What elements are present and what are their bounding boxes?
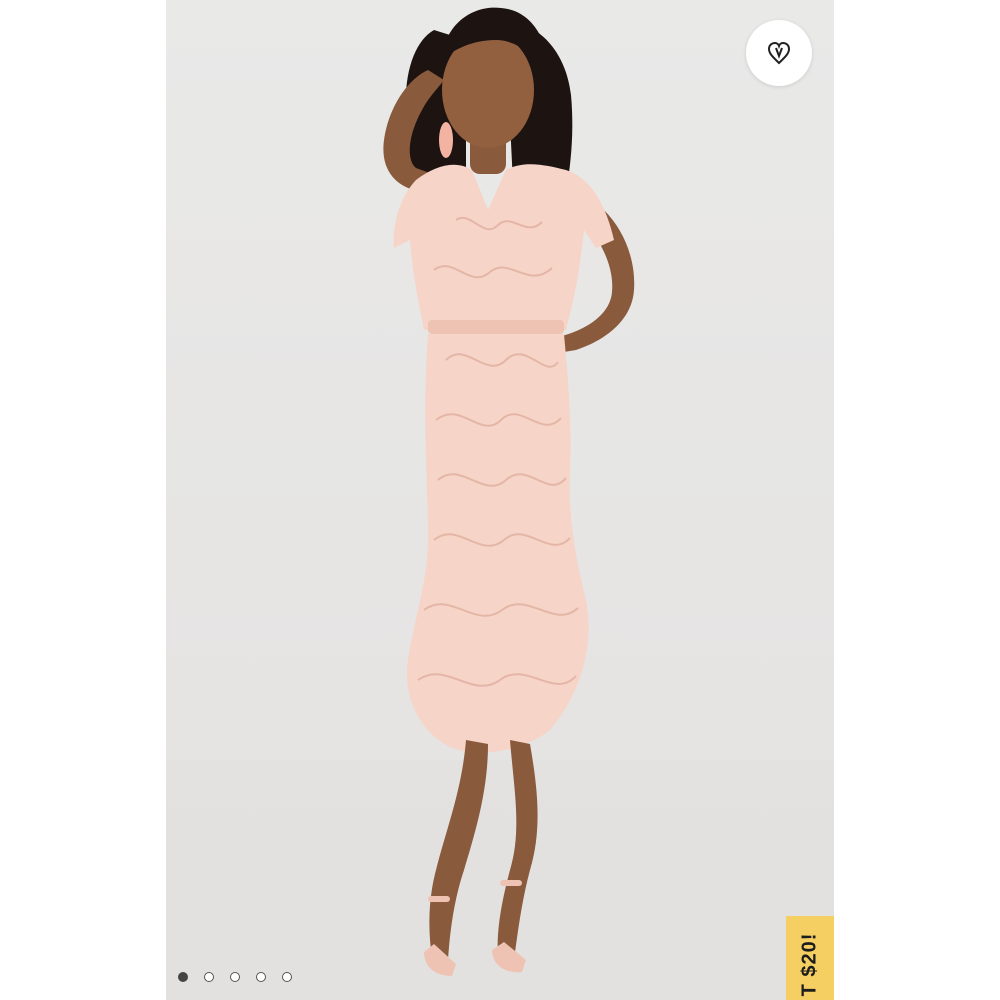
product-photo [166, 7, 834, 1000]
like-button[interactable] [746, 20, 812, 86]
carousel-dot[interactable] [178, 972, 188, 982]
carousel-dot[interactable] [230, 972, 240, 982]
carousel-dot[interactable] [282, 972, 292, 982]
product-image-viewer[interactable]: T $20! [166, 0, 834, 1000]
carousel-dot[interactable] [256, 972, 266, 982]
carousel-dot[interactable] [204, 972, 214, 982]
carousel-indicators [178, 972, 292, 982]
promo-tab[interactable]: T $20! [786, 916, 834, 1000]
promo-text: T $20! [798, 932, 821, 996]
heart-icon [767, 41, 791, 65]
